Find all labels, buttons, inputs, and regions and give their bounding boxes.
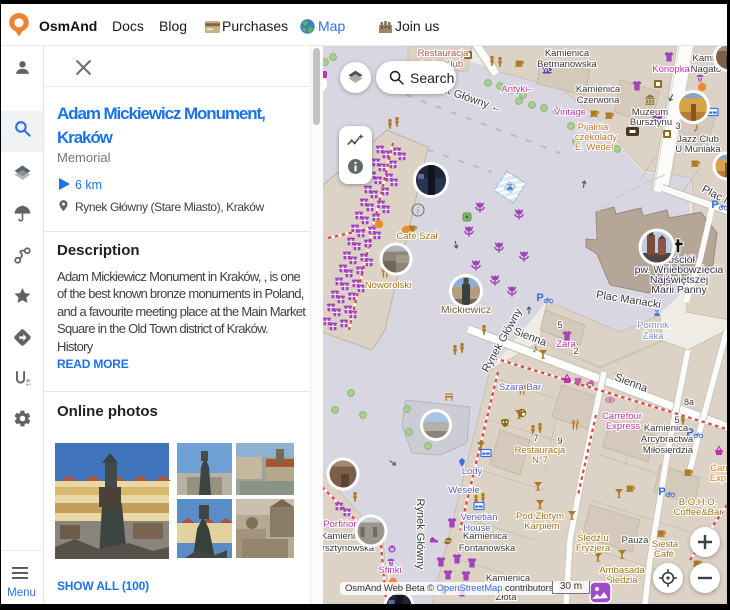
svg-text:8a: 8a xyxy=(684,397,694,407)
svg-text:Bursztynu: Bursztynu xyxy=(630,117,672,128)
svg-text:Żaka: Żaka xyxy=(642,331,664,342)
svg-text:5: 5 xyxy=(674,415,679,425)
svg-text:Miłosierdzia: Miłosierdzia xyxy=(643,445,694,456)
svg-text:2: 2 xyxy=(573,346,578,356)
svg-text:Konopka: Konopka xyxy=(652,64,690,75)
svg-text:Betmanowska: Betmanowska xyxy=(537,59,597,70)
svg-text:Szara Bar: Szara Bar xyxy=(499,382,541,393)
svg-text:Fontanowska: Fontanowska xyxy=(459,543,516,554)
svg-text:Café Szał: Café Szał xyxy=(396,231,438,242)
svg-text:Kamienica: Kamienica xyxy=(644,423,689,434)
svg-text:Karpiem: Karpiem xyxy=(524,521,559,532)
svg-text:Lody: Lody xyxy=(462,466,483,477)
svg-text:Śledzia: Śledzia xyxy=(606,574,638,586)
svg-text:Marii Panny: Marii Panny xyxy=(651,284,707,296)
svg-text:Express: Express xyxy=(606,421,641,432)
svg-text:Vintage: Vintage xyxy=(554,107,586,118)
svg-text:3: 3 xyxy=(675,121,680,131)
svg-text:Venetian: Venetian xyxy=(461,512,498,523)
svg-text:Café: Café xyxy=(654,549,674,560)
svg-text:Fryzjera: Fryzjera xyxy=(576,543,611,554)
svg-text:Pomnik: Pomnik xyxy=(637,320,669,331)
svg-text:Express: Express xyxy=(710,473,727,484)
svg-text:Rynek Główny: Rynek Główny xyxy=(414,499,426,570)
svg-text:E. Wedel: E. Wedel xyxy=(575,142,613,153)
svg-text:Czerwona: Czerwona xyxy=(577,95,620,106)
svg-text:Pauza: Pauza xyxy=(622,535,650,546)
svg-text:5: 5 xyxy=(557,320,562,330)
svg-text:Kamienica: Kamienica xyxy=(576,84,621,95)
svg-text:N°7: N°7 xyxy=(532,455,548,466)
svg-text:Kamienica: Kamienica xyxy=(463,531,508,542)
svg-text:Kamienica: Kamienica xyxy=(545,48,590,59)
svg-text:U Muniaka: U Muniaka xyxy=(675,144,721,155)
svg-text:Coffee&Bar: Coffee&Bar xyxy=(674,507,723,518)
svg-text:Sfinki: Sfinki xyxy=(378,565,401,576)
svg-text:Arcybractwa: Arcybractwa xyxy=(641,434,694,445)
svg-text:Noworolski: Noworolski xyxy=(365,280,411,291)
svg-text:9: 9 xyxy=(557,436,562,446)
svg-text:Restauracja: Restauracja xyxy=(418,48,469,59)
svg-text:Antyki–: Antyki– xyxy=(501,84,533,95)
svg-text:7: 7 xyxy=(533,433,538,443)
svg-text:Wesele: Wesele xyxy=(448,485,480,496)
